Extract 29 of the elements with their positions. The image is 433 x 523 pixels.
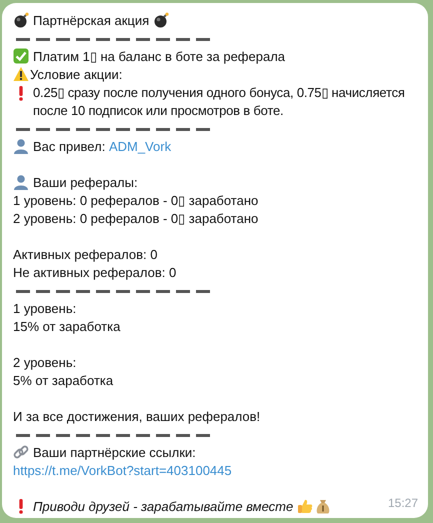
reward-share-text: 5% от заработка [13, 373, 114, 388]
reward-share-text: 15% от заработка [13, 319, 120, 334]
inactive-referrals-text: Не активных рефералов: 0 [13, 265, 176, 280]
condition-heading: Условие акции: [30, 67, 122, 82]
person-icon [13, 174, 29, 190]
message-time: 15:27 [388, 495, 418, 512]
person-icon [13, 138, 29, 154]
referral-link[interactable]: https://t.me/VorkBot?start=403100445 [13, 463, 232, 478]
referral-level-text: 1 уровень: 0 рефералов - 0▯ заработано [13, 193, 258, 208]
bomb-icon [13, 12, 29, 28]
referrer-link[interactable]: ADM_Vork [108, 139, 172, 154]
active-referrals-text: Активных рефералов: 0 [13, 247, 158, 262]
referrer-label: Вас привел: [33, 139, 106, 154]
check-icon [13, 48, 29, 64]
warning-icon [13, 66, 29, 82]
closing-text: И за все достижения, ваших рефералов! [13, 409, 260, 424]
level-label: 2 уровень: [13, 355, 76, 370]
money-bag-icon [315, 498, 332, 514]
thumbs-up-icon [297, 498, 314, 514]
condition-text: 0.25▯ сразу после получения одного бонуса, 0.75▯ начисляется после 10 подписок или просмотров в боте. [33, 84, 406, 120]
footer-text: Приводи друзей - зарабатывайте вместе [33, 499, 294, 514]
chain-link-icon [13, 444, 29, 460]
referral-level-text: 2 уровень: 0 рефералов - 0▯ заработано [13, 211, 258, 226]
message-title: Партнёрская акция [33, 13, 150, 28]
level-label: 1 уровень: [13, 301, 76, 316]
bomb-icon [153, 12, 170, 28]
offer-text: Платим 1▯ на баланс в боте за реферала [33, 49, 286, 64]
referrals-heading: Ваши рефералы: [33, 175, 138, 190]
links-heading: Ваши партнёрские ссылки: [33, 445, 196, 460]
